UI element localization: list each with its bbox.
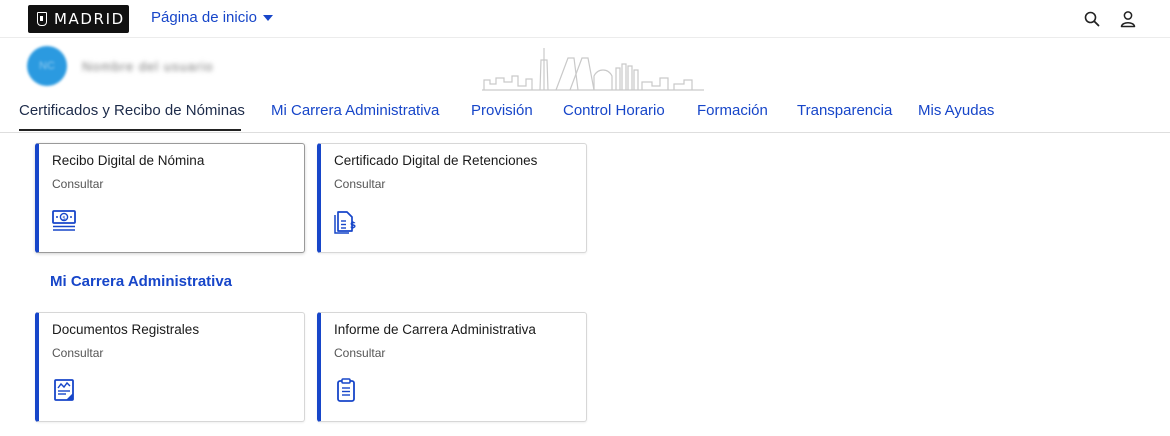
section-title-carrera: Mi Carrera Administrativa	[50, 273, 233, 290]
card-title: Recibo Digital de Nómina	[52, 153, 205, 168]
card-documentos-registrales[interactable]: Documentos Registrales Consultar	[35, 312, 305, 422]
card-title: Documentos Registrales	[52, 322, 200, 337]
tab-provision[interactable]: Provisión	[471, 102, 533, 119]
user-name: Nombre del usuario	[82, 59, 214, 74]
avatar-initials: NC	[39, 60, 55, 72]
clipboard-icon	[337, 378, 355, 402]
money-bill-icon: $	[52, 210, 76, 231]
card-subtitle: Consultar	[334, 177, 386, 191]
home-menu-dropdown[interactable]: Página de inicio	[151, 9, 273, 26]
tab-certificados[interactable]: Certificados y Recibo de Nóminas	[19, 102, 245, 119]
tab-control-horario[interactable]: Control Horario	[563, 102, 665, 119]
card-subtitle: Consultar	[52, 346, 104, 360]
logo-text: MADRID	[54, 10, 125, 28]
chart-document-icon	[54, 379, 74, 401]
home-menu-label: Página de inicio	[151, 9, 257, 26]
caret-down-icon	[262, 14, 273, 21]
crest-icon	[37, 12, 47, 26]
search-icon[interactable]	[1083, 10, 1101, 28]
madrid-logo[interactable]: MADRID	[28, 5, 129, 33]
active-tab-indicator	[19, 129, 241, 131]
tab-mis-ayudas[interactable]: Mis Ayudas	[918, 102, 994, 119]
main-tabs: Certificados y Recibo de Nóminas Mi Carr…	[0, 96, 1170, 133]
card-recibo-nomina[interactable]: Recibo Digital de Nómina Consultar $	[35, 143, 305, 253]
card-certificado-retenciones[interactable]: Certificado Digital de Retenciones Consu…	[317, 143, 587, 253]
svg-text:$: $	[62, 215, 66, 221]
card-subtitle: Consultar	[52, 177, 104, 191]
tab-formacion[interactable]: Formación	[697, 102, 768, 119]
svg-text:$: $	[350, 221, 356, 231]
tab-transparencia[interactable]: Transparencia	[797, 102, 892, 119]
avatar[interactable]: NC	[27, 46, 67, 86]
card-title: Informe de Carrera Administrativa	[334, 322, 536, 337]
skyline-illustration	[482, 48, 704, 91]
top-bar: MADRID Página de inicio	[0, 0, 1170, 38]
card-subtitle: Consultar	[334, 346, 386, 360]
certificate-dollar-icon: $	[334, 211, 356, 234]
user-icon[interactable]	[1119, 10, 1137, 28]
tab-carrera[interactable]: Mi Carrera Administrativa	[271, 102, 439, 119]
card-informe-carrera[interactable]: Informe de Carrera Administrativa Consul…	[317, 312, 587, 422]
card-title: Certificado Digital de Retenciones	[334, 153, 538, 168]
